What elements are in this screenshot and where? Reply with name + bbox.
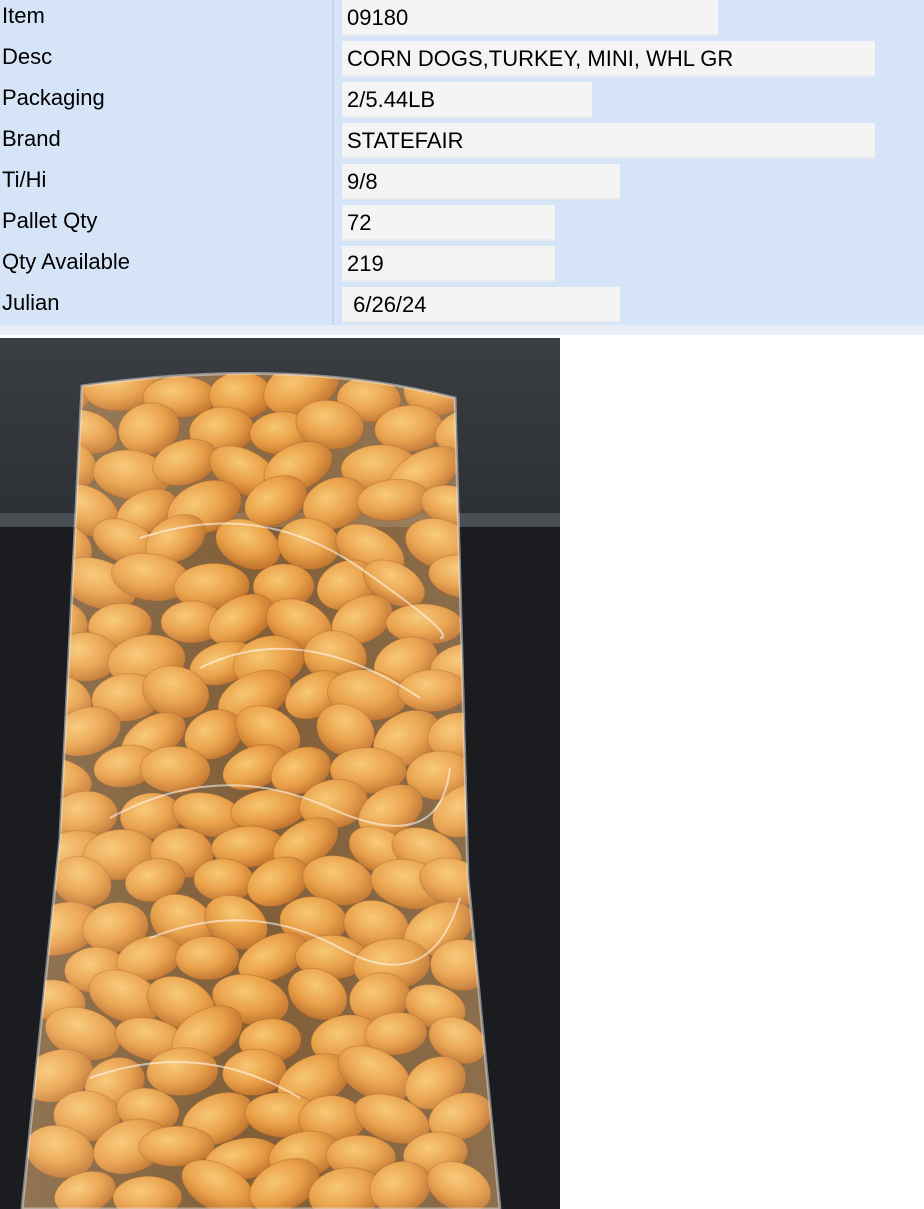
row-desc: Desc CORN DOGS,TURKEY, MINI, WHL GR [0,41,924,82]
julian-value-field: 6/26/24 [342,287,620,323]
tihi-label: Ti/Hi [2,167,47,192]
product-info-panel: Item 09180 Desc CORN DOGS,TURKEY, MINI, … [0,0,924,325]
row-tihi: Ti/Hi 9/8 [0,164,924,205]
product-photo [0,338,560,1209]
brand-value-field: STATEFAIR [342,123,875,159]
julian-label: Julian [2,290,60,315]
item-value-field: 09180 [342,0,718,36]
qty-available-value-field: 219 [342,246,555,282]
qty-available-label: Qty Available [2,249,131,274]
row-qty-available: Qty Available 219 [0,246,924,287]
row-packaging: Packaging 2/5.44LB [0,82,924,123]
panel-bottom-border [0,325,924,335]
row-brand: Brand STATEFAIR [0,123,924,164]
item-label: Item [2,3,45,28]
row-item: Item 09180 [0,0,924,41]
desc-value-field: CORN DOGS,TURKEY, MINI, WHL GR [342,41,875,77]
row-pallet-qty: Pallet Qty 72 [0,205,924,246]
desc-label: Desc [2,44,53,69]
packaging-value-field: 2/5.44LB [342,82,592,118]
brand-label: Brand [2,126,61,151]
packaging-label: Packaging [2,85,105,110]
pallet-qty-value-field: 72 [342,205,555,241]
row-julian: Julian 6/26/24 [0,287,924,328]
tihi-value-field: 9/8 [342,164,620,200]
pallet-qty-label: Pallet Qty [2,208,98,233]
